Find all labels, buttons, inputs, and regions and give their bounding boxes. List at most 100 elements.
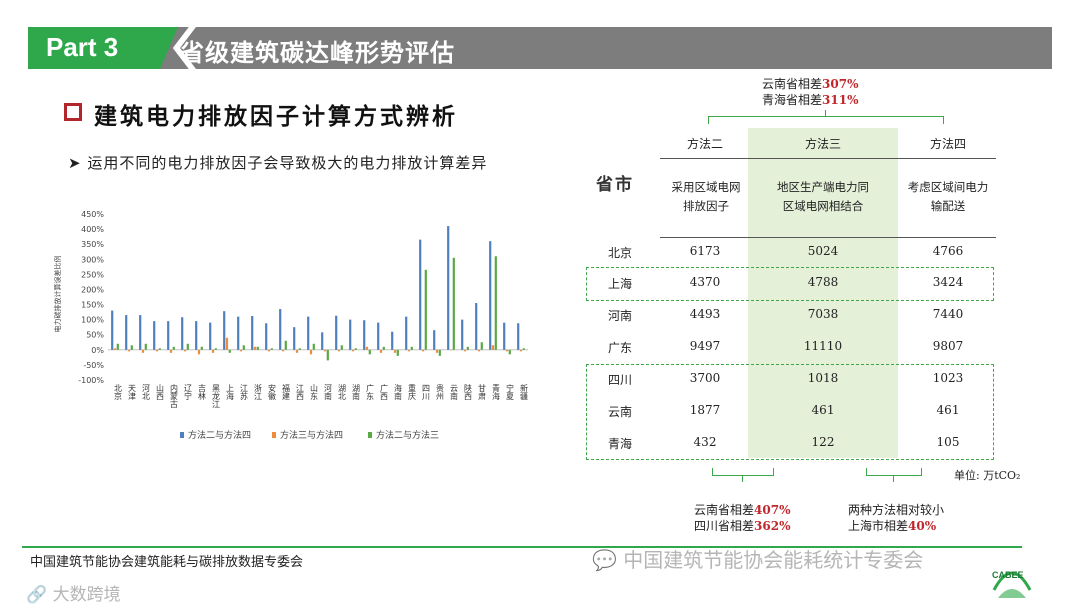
note-value: 307% <box>822 77 859 91</box>
x-tick-label: 浙江 <box>254 383 263 401</box>
part-label: Part 3 <box>46 32 119 62</box>
bar <box>113 348 117 350</box>
bar <box>223 311 226 350</box>
x-tick-label: 河南 <box>324 383 333 400</box>
bar <box>407 349 411 352</box>
bar <box>503 322 506 350</box>
bar <box>183 349 187 352</box>
bar <box>169 349 173 353</box>
bar <box>475 303 478 350</box>
bar <box>307 316 310 350</box>
bar <box>139 315 142 350</box>
bar <box>239 349 243 352</box>
bar <box>382 346 385 350</box>
bar <box>295 349 299 353</box>
header-banner: Part 3 省级建筑碳达峰形势评估 <box>28 27 1052 69</box>
top-bracket <box>708 116 944 124</box>
watermark-secondary: 🔗 大数跨境 <box>26 585 121 605</box>
x-tick-label: 陕西 <box>464 383 473 401</box>
bar <box>323 349 327 352</box>
col-desc-line: 输配送 <box>930 199 966 213</box>
bar <box>195 321 198 350</box>
bar <box>480 342 483 350</box>
watermark-text: 中国建筑节能协会能耗统计专委会 <box>623 548 924 572</box>
bar <box>447 226 450 350</box>
row-value: 9497 <box>689 339 721 353</box>
x-tick-label: 贵州 <box>436 383 445 400</box>
col-desc-line: 考虑区域间电力 <box>907 180 989 194</box>
bar <box>298 348 301 350</box>
col-desc-method4: 考虑区域间电力 输配送 <box>892 178 1004 216</box>
y-tick-label: 0% <box>91 346 104 355</box>
x-tick-label: 辽宁 <box>184 384 193 400</box>
part-label-box: Part 3 <box>28 27 178 69</box>
bar <box>379 349 383 353</box>
bar-chart: 450% 400% 350% 300% 250% 200% 150% 100% 50% 0% -50… <box>53 210 529 441</box>
x-tick-label: 内蒙古 <box>170 383 179 409</box>
legend-swatch <box>368 432 372 438</box>
bar <box>144 343 147 350</box>
bar <box>349 319 352 350</box>
watermark2-text: 大数跨境 <box>52 585 121 605</box>
bar <box>405 316 408 350</box>
y-tick-label: 250% <box>81 270 104 279</box>
col-header-method4: 方法四 <box>929 137 966 151</box>
bar <box>265 323 268 350</box>
y-tick-label: -50% <box>83 361 104 370</box>
bar <box>242 345 245 350</box>
legend-swatch <box>272 432 276 438</box>
y-tick-label: 150% <box>81 301 104 310</box>
x-tick-label: 海南 <box>394 383 403 400</box>
bar <box>281 349 285 352</box>
bar <box>489 241 492 350</box>
bottom-right-bracket <box>866 468 922 476</box>
square-bullet-icon <box>64 103 82 121</box>
row-value: 9807 <box>932 339 964 353</box>
bar <box>393 349 397 353</box>
x-tick-label: 湖南 <box>352 384 361 400</box>
x-tick-label: 安徽 <box>268 383 277 401</box>
legend-label: 方法二与方法四 <box>188 429 251 441</box>
bar <box>466 346 469 350</box>
row-value: 7440 <box>932 307 964 321</box>
bar <box>508 349 511 355</box>
note-text: 云南省相差 <box>762 77 823 91</box>
legend-label: 方法二与方法三 <box>376 429 439 441</box>
note-text: 两种方法相对较小 <box>848 503 945 517</box>
bar <box>438 349 441 356</box>
bar <box>321 332 324 350</box>
note-text: 青海省相差 <box>762 93 823 107</box>
x-tick-label: 甘肃 <box>478 383 487 401</box>
x-tick-label: 青海 <box>492 383 501 401</box>
table-rule-mid <box>660 237 996 238</box>
bottom-left-bracket <box>712 468 774 476</box>
bar <box>270 348 273 350</box>
bar <box>491 345 495 350</box>
note-text: 上海市相差 <box>848 519 909 533</box>
bar <box>351 349 355 352</box>
bar <box>186 343 189 350</box>
bar <box>167 321 170 350</box>
bar <box>363 320 366 350</box>
legend-swatch <box>180 432 184 438</box>
bar <box>368 349 371 355</box>
y-tick-label: 400% <box>81 225 104 234</box>
bar <box>209 322 212 350</box>
bottom-right-bracket-tick <box>893 476 894 482</box>
x-tick-label: 四川 <box>422 384 431 400</box>
unit-label: 单位: 万tCO₂ <box>954 469 1021 482</box>
x-tick-label: 江西 <box>296 384 305 401</box>
bar <box>337 349 341 352</box>
bar <box>391 331 394 350</box>
col-desc-method3: 地区生产端电力同 区域电网相结合 <box>748 178 898 216</box>
y-tick-label: 300% <box>81 255 104 264</box>
footer-org: 中国建筑节能协会建筑能耗与碳排放数据专委会 <box>30 555 304 570</box>
bar <box>256 346 259 350</box>
bar <box>410 346 413 350</box>
x-tick-label: 广西 <box>380 383 389 401</box>
table-rule-top <box>660 158 996 159</box>
y-tick-label: 200% <box>81 285 104 294</box>
bottom-left-bracket-tick <box>742 476 743 482</box>
bar <box>354 348 357 350</box>
y-tick-label: 100% <box>81 316 104 325</box>
